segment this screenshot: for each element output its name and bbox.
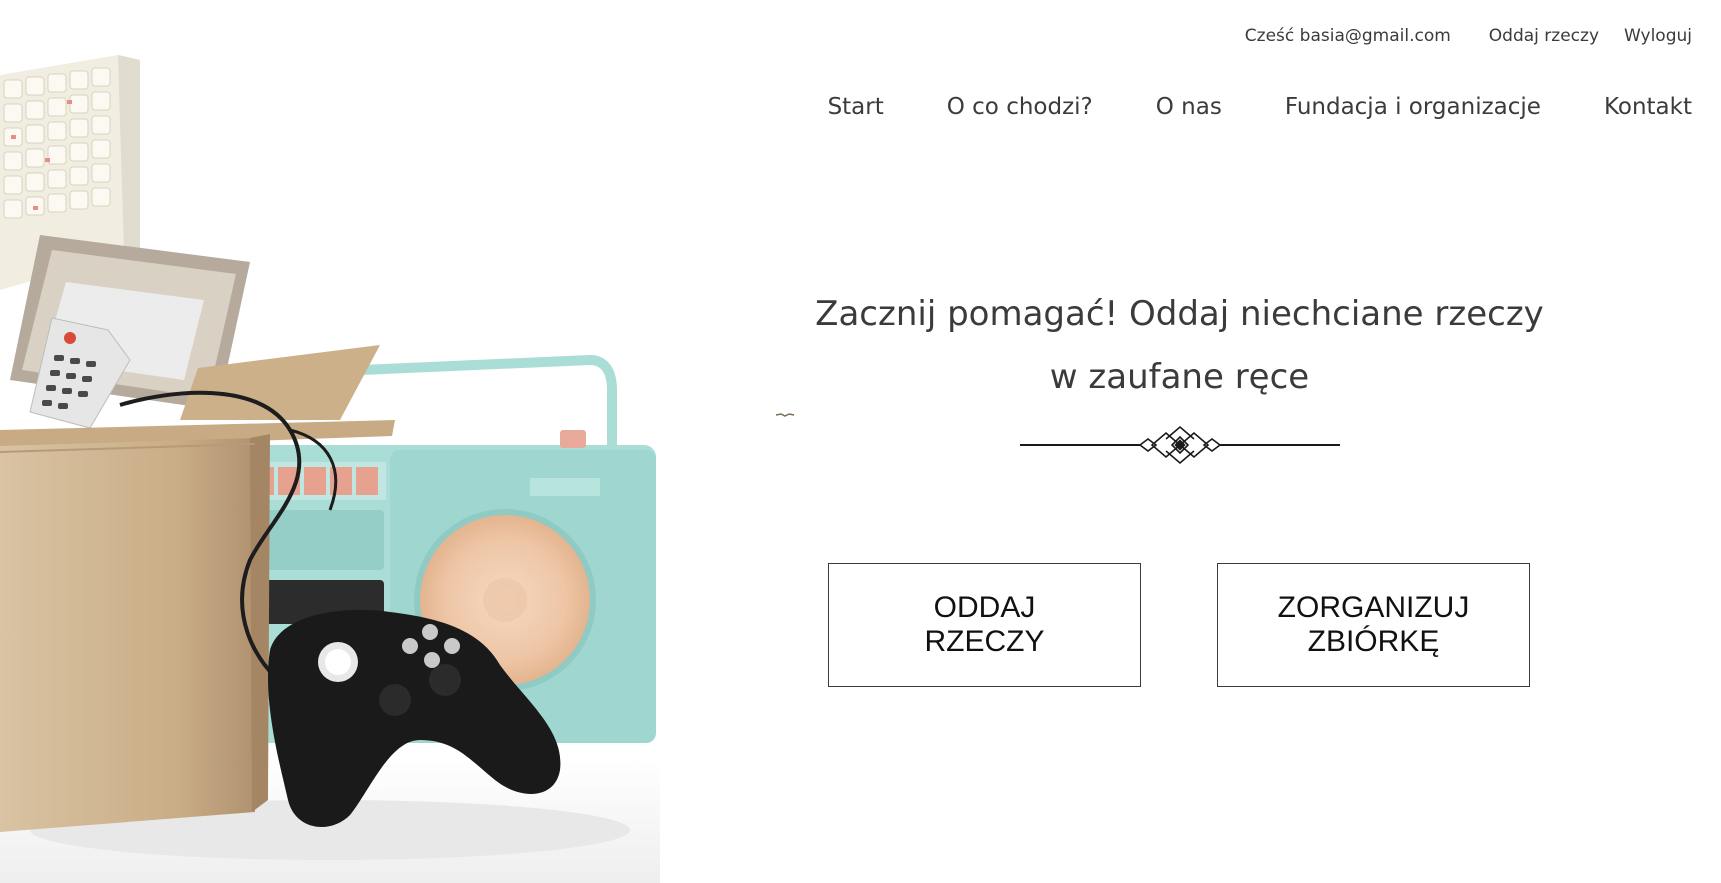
cta-buttons: ODDAJ RZECZY ZORGANIZUJ ZBIÓRKĘ [828, 563, 1530, 687]
hero-title: Zacznij pomagać! Oddaj niechciane rzeczy… [815, 294, 1544, 397]
logout-link[interactable]: Wyloguj [1624, 26, 1692, 46]
decorative-ornament-icon [1019, 425, 1340, 465]
nav-item-about-idea[interactable]: O co chodzi? [947, 94, 1093, 120]
hero-section: Zacznij pomagać! Oddaj niechciane rzeczy… [812, 283, 1547, 467]
nav-item-contact[interactable]: Kontakt [1604, 94, 1692, 120]
give-things-link[interactable]: Oddaj rzeczy [1489, 26, 1599, 46]
user-bar: Cześć basia@gmail.com Oddaj rzeczy Wylog… [1245, 26, 1692, 46]
nav-item-about-us[interactable]: O nas [1156, 94, 1222, 120]
decorative-tick-icon [775, 413, 795, 417]
hero-image [0, 0, 660, 883]
nav-item-foundations[interactable]: Fundacja i organizacje [1285, 94, 1541, 120]
donation-box-illustration [0, 55, 660, 883]
nav-item-start[interactable]: Start [828, 94, 884, 120]
main-nav: Start O co chodzi? O nas Fundacja i orga… [828, 94, 1692, 120]
home-page: Cześć basia@gmail.com Oddaj rzeczy Wylog… [0, 0, 1721, 883]
user-greeting: Cześć basia@gmail.com [1244, 26, 1451, 46]
organize-collection-button[interactable]: ZORGANIZUJ ZBIÓRKĘ [1217, 563, 1530, 687]
give-things-button[interactable]: ODDAJ RZECZY [828, 563, 1141, 687]
